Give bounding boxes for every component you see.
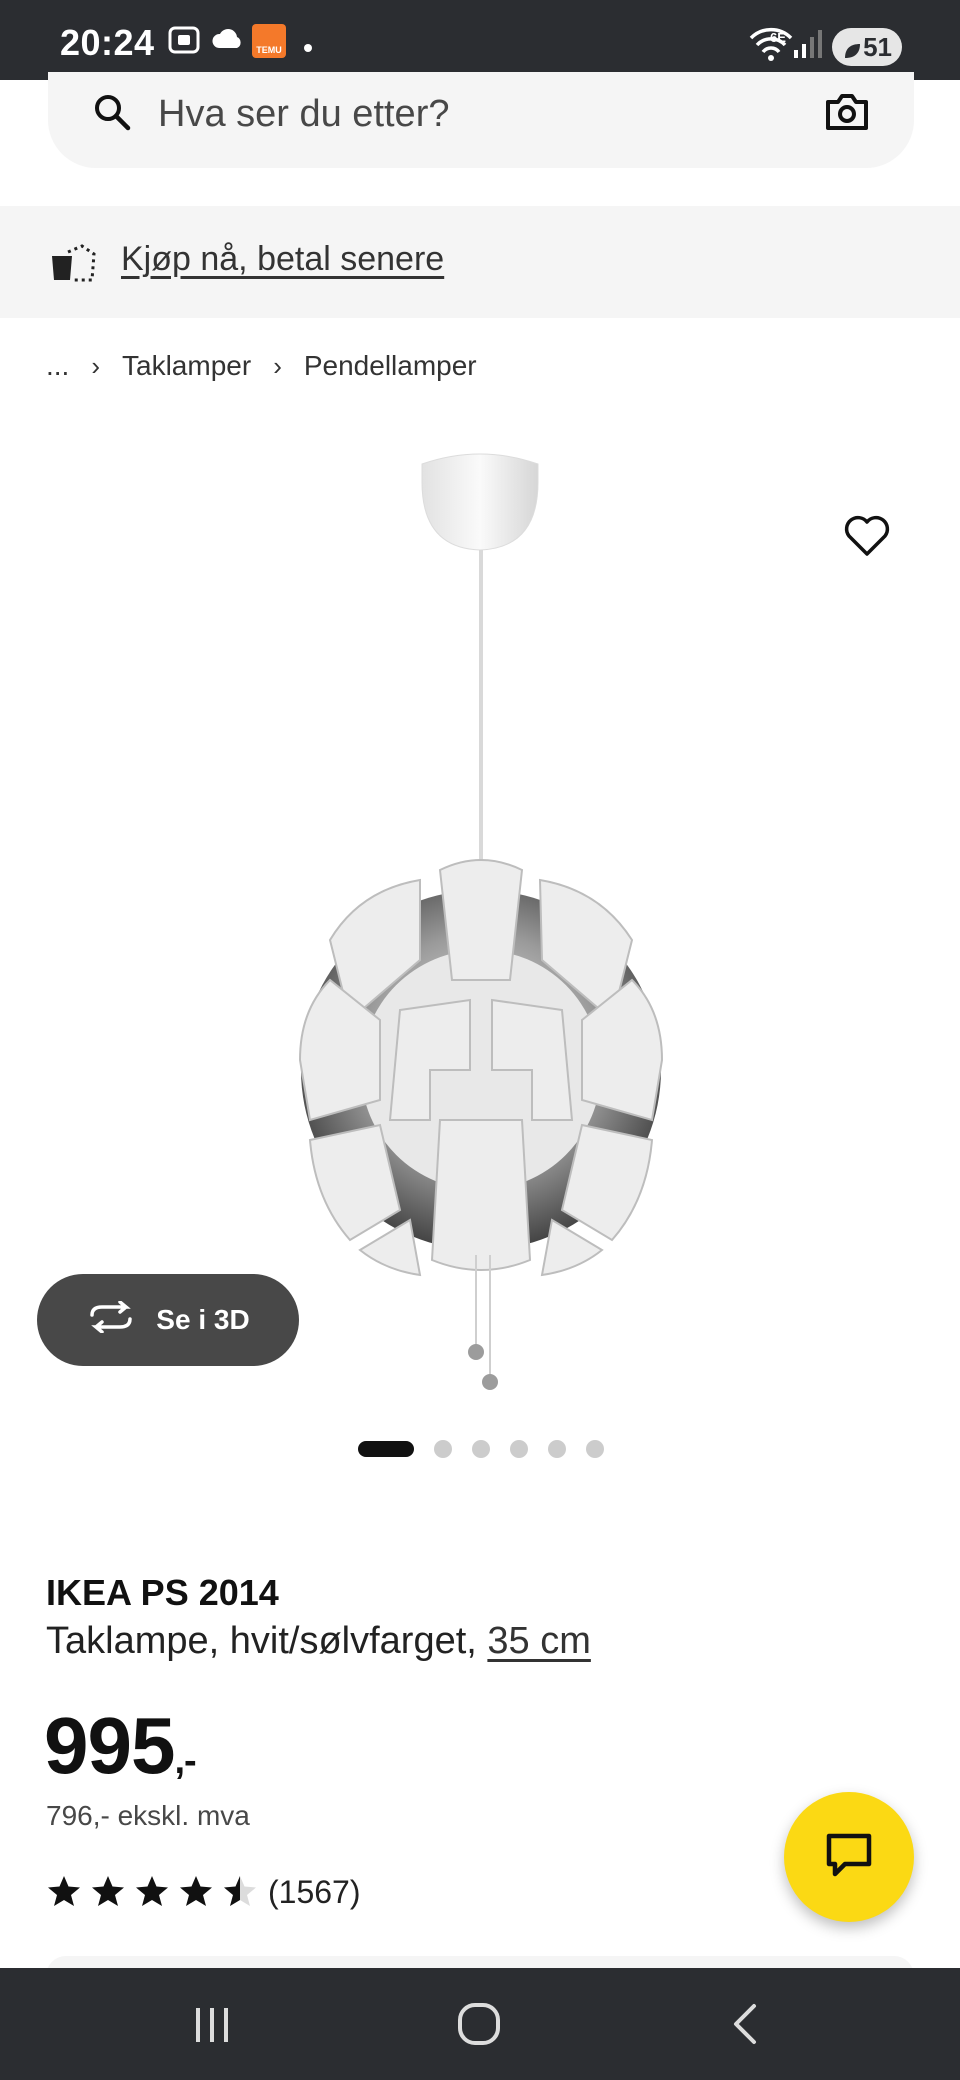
product-description: Taklampe, hvit/sølvfarget, 35 cm (46, 1620, 591, 1663)
pay-later-link[interactable]: Kjøp nå, betal senere (121, 240, 444, 279)
star-icon (180, 1876, 212, 1906)
temu-app-icon: TEMU (252, 24, 286, 58)
signal-icon (792, 28, 822, 65)
search-icon (92, 92, 132, 137)
product-image[interactable] (0, 420, 960, 1400)
product-size-link[interactable]: 35 cm (487, 1620, 590, 1662)
recent-apps-icon[interactable] (192, 2006, 232, 2049)
star-icon (48, 1876, 80, 1906)
pagination-dot[interactable] (510, 1440, 528, 1458)
chat-icon (823, 1830, 875, 1885)
heart-icon[interactable] (843, 514, 891, 563)
breadcrumb-item-pendellamper[interactable]: Pendellamper (304, 350, 477, 382)
view-3d-label: Se i 3D (156, 1304, 250, 1335)
battery-indicator: 51 (832, 28, 902, 66)
camera-icon[interactable] (824, 92, 870, 137)
chat-button[interactable] (784, 1792, 914, 1922)
breadcrumb: ... › Taklamper › Pendellamper (46, 350, 477, 382)
screenshot-icon (166, 22, 202, 63)
chevron-right-icon: › (91, 350, 101, 381)
pagination-dot[interactable] (434, 1440, 452, 1458)
star-icon (136, 1876, 168, 1906)
temu-badge-label: TEMU (256, 45, 282, 55)
product-description-text: Taklampe, hvit/sølvfarget, (46, 1620, 477, 1662)
product-name: IKEA PS 2014 (46, 1572, 279, 1613)
home-icon[interactable] (456, 2002, 502, 2051)
price-suffix: ,- (174, 1740, 196, 1782)
breadcrumb-ellipsis[interactable]: ... (46, 350, 69, 382)
back-icon[interactable] (728, 2002, 764, 2051)
cloud-icon (210, 22, 244, 61)
pagination-dot[interactable] (472, 1440, 490, 1458)
chevron-right-icon: › (273, 350, 282, 381)
price-ex-vat: 796,- ekskl. mva (46, 1800, 250, 1831)
notification-dot-icon (304, 44, 312, 52)
view-3d-button[interactable]: Se i 3D (37, 1274, 299, 1366)
battery-level: 51 (863, 31, 892, 62)
rotate-3d-icon (86, 1299, 136, 1340)
product-price: 995,- (44, 1700, 197, 1792)
half-star-icon (224, 1876, 256, 1906)
gallery-pagination (358, 1440, 604, 1458)
rating-stars[interactable] (46, 1874, 258, 1908)
search-input[interactable]: Hva ser du etter? (158, 93, 449, 136)
pay-later-icon (50, 242, 98, 289)
breadcrumb-item-taklamper[interactable]: Taklamper (122, 350, 251, 382)
review-count[interactable]: (1567) (268, 1874, 361, 1911)
star-icon (92, 1876, 124, 1906)
pagination-dot-active[interactable] (358, 1441, 414, 1457)
price-value: 995 (44, 1701, 175, 1790)
network-type: 6E (770, 30, 786, 45)
pagination-dot[interactable] (548, 1440, 566, 1458)
leaf-icon (842, 37, 862, 68)
pagination-dot[interactable] (586, 1440, 604, 1458)
status-time: 20:24 (60, 22, 155, 63)
system-nav-bar (0, 1968, 960, 2080)
status-bar: 20:24 TEMU 6E 51 (0, 0, 960, 80)
